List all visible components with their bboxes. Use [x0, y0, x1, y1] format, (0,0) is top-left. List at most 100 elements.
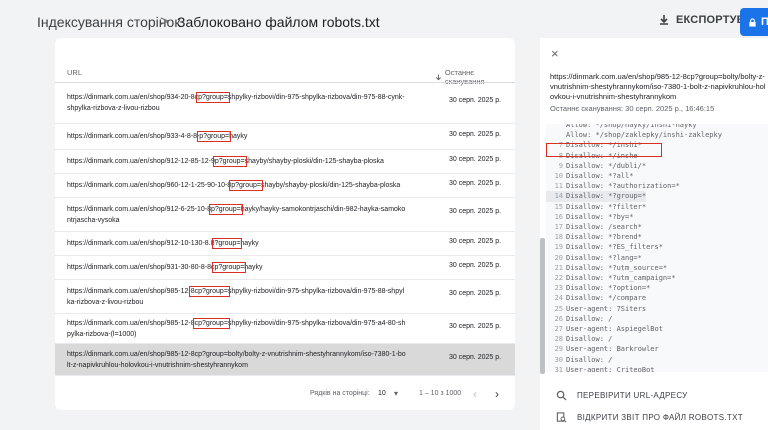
search-icon [556, 390, 567, 401]
highlighted-rule-box [546, 143, 662, 157]
url-part: https://dinmark.com.ua/en/shop/912-6-25-… [67, 206, 211, 213]
highlighted-param: ?group= [212, 238, 243, 249]
row-url: https://dinmark.com.ua/en/shop/912-12-85… [67, 156, 407, 167]
open-robots-report-label: ВІДКРИТИ ЗВІТ ПРО ФАЙЛ ROBOTS.TXT [577, 413, 743, 422]
dropdown-caret-icon[interactable]: ▾ [394, 389, 398, 398]
highlighted-param: p?group= [197, 131, 232, 142]
check-url-label: ПЕРЕВІРИТИ URL-АДРЕСУ [577, 391, 688, 400]
line-text: Disallow: *?filter* [566, 202, 647, 211]
url-part: hayky [229, 133, 248, 140]
line-text: Disallow: *?by=* [566, 212, 634, 221]
robots-txt-viewer[interactable]: Allow: */shop/hayky/inshi-hayky Allow: */… [546, 124, 768, 372]
url-part: https://dinmark.com.ua/en/shop/912-12-85… [67, 158, 215, 165]
breadcrumb-separator: > [160, 13, 169, 30]
document-search-icon [556, 412, 567, 423]
line-text: Disallow: *?all* [566, 172, 634, 180]
line-text: Disallow: *?ES_filters* [566, 243, 663, 252]
url-part: https://dinmark.com.ua/en/shop/960-12-1-… [67, 182, 232, 189]
row-date: 30 серп. 2025 р. [449, 238, 502, 245]
row-url: https://dinmark.com.ua/en/shop/912-6-25-… [67, 204, 407, 226]
table-row[interactable]: https://dinmark.com.ua/en/shop/912-10-13… [55, 232, 515, 256]
column-header-last-scan-label: Останнє сканування [444, 68, 485, 86]
row-date: 30 серп. 2025 р. [449, 262, 502, 269]
row-url: https://dinmark.com.ua/en/shop/933-4-8-8… [67, 131, 407, 142]
row-url: https://dinmark.com.ua/en/shop/985-12-8c… [67, 286, 407, 308]
row-date: 30 серп. 2025 р. [449, 354, 502, 361]
url-part: https://dinmark.com.ua/en/shop/934-20-8c [67, 94, 199, 101]
line-number: 31 [554, 365, 563, 372]
line-text: Disallow: *?utm_campaign=* [566, 274, 676, 282]
table-row[interactable]: https://dinmark.com.ua/en/shop/912-12-85… [55, 150, 515, 174]
highlighted-param: cp?group= [192, 318, 230, 329]
table-row-selected[interactable]: https://dinmark.com.ua/en/shop/985-12-8c… [55, 344, 515, 376]
url-part: shayby/shayby-ploski/din-125-shayba-plos… [260, 182, 401, 189]
url-part: https://dinmark.com.ua/en/shop/985-12-8 [67, 320, 195, 327]
line-text: User-agent: Barkrowler [566, 345, 659, 354]
row-date: 30 серп. 2025 р. [449, 180, 502, 187]
column-header-url[interactable]: URL [67, 68, 82, 77]
highlighted-param: p?group= [229, 180, 263, 191]
line-text: Disallow: */compare [566, 294, 647, 303]
row-date: 30 серп. 2025 р. [449, 323, 502, 330]
next-page-button[interactable]: › [495, 387, 499, 401]
highlighted-param: p?group= [208, 204, 243, 215]
rows-per-page-label: Рядків на сторінці: [310, 390, 370, 397]
url-part: https://dinmark.com.ua/en/shop/931-30-80… [67, 264, 215, 271]
check-url-button[interactable]: ПЕРЕВІРИТИ URL-АДРЕСУ [556, 390, 688, 401]
table-row[interactable]: https://dinmark.com.ua/en/shop/960-12-1-… [55, 174, 515, 198]
robots-line: 31 User-agent: CriteoBot [546, 365, 655, 372]
close-icon[interactable]: × [551, 46, 559, 61]
row-date: 30 серп. 2025 р. [449, 156, 502, 163]
download-icon [660, 15, 668, 25]
url-part: shayby/shayby-ploski/din-125-shayba-plos… [244, 158, 384, 165]
line-text: Disallow: *?option=* [566, 284, 651, 293]
row-url: https://dinmark.com.ua/en/shop/985-12-8c… [67, 318, 407, 340]
highlighted-param: p?group= [196, 92, 230, 103]
line-text: Disallow: *?brend* [566, 233, 642, 242]
line-text: Disallow: *?utm_source=* [566, 263, 668, 272]
highlighted-param: 8cp?group= [188, 286, 230, 297]
row-date: 30 серп. 2025 р. [449, 97, 502, 104]
open-robots-report-button[interactable]: ВІДКРИТИ ЗВІТ ПРО ФАЙЛ ROBOTS.TXT [556, 412, 743, 423]
line-text: Disallow: *?lang=* [566, 253, 642, 262]
lock-icon [749, 17, 756, 27]
line-text: User-agent: AspiegelBot [566, 325, 663, 333]
prev-page-button[interactable]: ‹ [473, 387, 477, 401]
rows-per-page-select[interactable]: 10 [378, 390, 386, 397]
line-text: Disallow: / [566, 335, 613, 344]
table-row[interactable]: https://dinmark.com.ua/en/shop/985-12-8c… [55, 314, 515, 344]
line-text: Disallow: / [566, 314, 613, 323]
highlighted-param: p?group= [212, 262, 247, 273]
url-part: hayky [244, 264, 263, 271]
scrollbar[interactable] [540, 238, 545, 374]
url-part: https://dinmark.com.ua/en/shop/933-4-8-8… [67, 133, 200, 140]
primary-action-button[interactable]: П [740, 8, 768, 36]
column-header-last-scan[interactable]: Останнє сканування [435, 68, 515, 86]
selected-url: https://dinmark.com.ua/en/shop/985-12-8c… [550, 72, 766, 101]
page-title: Заблоковано файлом robots.txt [177, 14, 380, 30]
breadcrumb-parent[interactable]: Індексування сторінок [37, 14, 180, 30]
table-row[interactable]: https://dinmark.com.ua/en/shop/912-6-25-… [55, 198, 515, 232]
table-row[interactable]: https://dinmark.com.ua/en/shop/933-4-8-8… [55, 124, 515, 150]
row-url: https://dinmark.com.ua/en/shop/960-12-1-… [67, 180, 407, 191]
row-url: https://dinmark.com.ua/en/shop/912-10-13… [67, 238, 407, 249]
table-row[interactable]: https://dinmark.com.ua/en/shop/985-12-8c… [55, 280, 515, 314]
url-part: https://dinmark.com.ua/en/shop/912-10-13… [67, 240, 215, 247]
table-row[interactable]: https://dinmark.com.ua/en/shop/934-20-8c… [55, 86, 515, 124]
url-part: https://dinmark.com.ua/en/shop/985-12-8c… [67, 351, 406, 369]
url-part: hayky [240, 240, 259, 247]
row-url: https://dinmark.com.ua/en/shop/931-30-80… [67, 262, 407, 273]
pagination: Рядків на сторінці: 10 ▾ 1 – 10 з 1000 ‹… [55, 376, 515, 410]
url-part: https://dinmark.com.ua/en/shop/985-12- [67, 288, 191, 295]
line-text: User-agent: CriteoBot [566, 365, 655, 372]
line-text: Allow: */shop/zaklepky/inshi-zaklepky [566, 131, 722, 140]
line-text: Disallow: *?group=* [566, 192, 647, 201]
urls-table-card: URL Останнє сканування https://dinmark.c… [55, 38, 515, 410]
header-divider [55, 82, 515, 83]
row-url: https://dinmark.com.ua/en/shop/985-12-8c… [67, 349, 407, 371]
row-date: 30 серп. 2025 р. [449, 208, 502, 215]
row-date: 30 серп. 2025 р. [449, 290, 502, 297]
highlighted-param: p?group= [212, 156, 247, 167]
table-row[interactable]: https://dinmark.com.ua/en/shop/931-30-80… [55, 256, 515, 280]
line-text: Disallow: / [566, 355, 613, 364]
